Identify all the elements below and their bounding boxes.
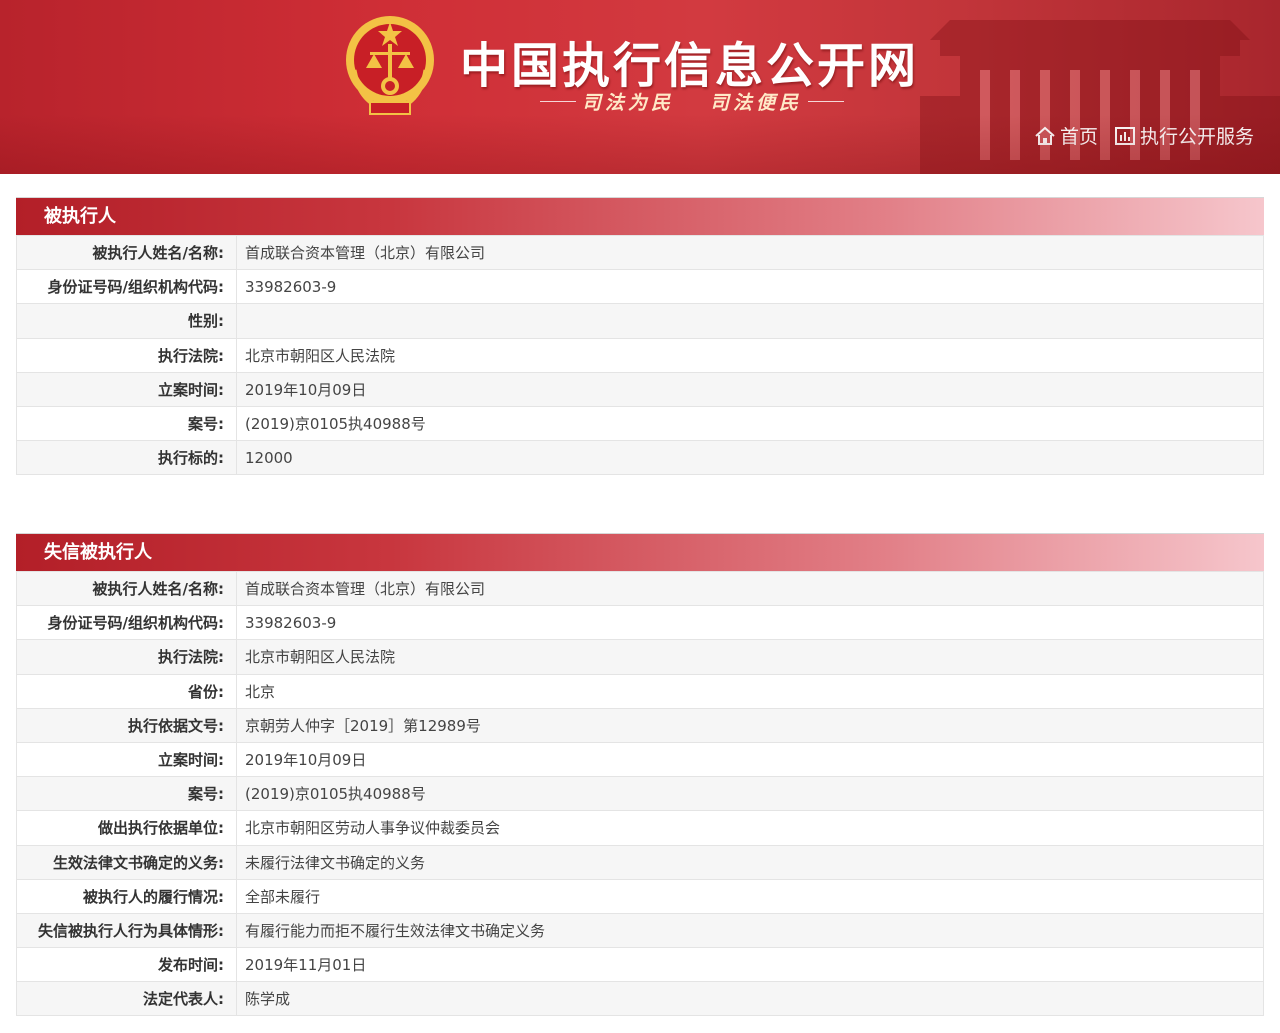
slogan-right: 司法便民 — [710, 91, 803, 114]
panel-title: 失信被执行人 — [16, 533, 1264, 571]
table-row: 身份证号码/组织机构代码: 33982603-9 — [16, 605, 1264, 641]
table-row: 失信被执行人行为具体情形: 有履行能力而拒不履行生效法律文书确定义务 — [16, 912, 1264, 949]
site-slogan: 司法为民 司法便民 — [540, 88, 860, 114]
court-building-image — [920, 20, 1280, 174]
slogan-divider — [808, 100, 845, 102]
panel-title: 被执行人 — [16, 197, 1264, 235]
slogan-left: 司法为民 — [582, 91, 675, 114]
nav-service-label: 执行公开服务 — [1139, 126, 1254, 148]
field-value: (2019)京0105执40988号 — [236, 405, 1264, 442]
nav-service-link[interactable]: 执行公开服务 — [1114, 122, 1254, 149]
table-row: 生效法律文书确定的义务: 未履行法律文书确定的义务 — [16, 844, 1264, 880]
field-value: (2019)京0105执40988号 — [236, 776, 1264, 812]
table-row: 发布时间: 2019年11月01日 — [16, 947, 1264, 983]
field-label: 性别: — [16, 303, 237, 339]
field-label: 立案时间: — [16, 741, 237, 778]
field-value: 33982603-9 — [236, 605, 1264, 641]
field-label: 立案时间: — [16, 371, 237, 407]
field-value: 京朝劳人仲字［2019］第12989号 — [236, 707, 1264, 743]
site-banner: 中国执行信息公开网 司法为民 司法便民 首页 执行公开服务 — [0, 0, 1280, 174]
field-label: 被执行人姓名/名称: — [16, 570, 237, 607]
table-row: 身份证号码/组织机构代码: 33982603-9 — [16, 269, 1264, 305]
field-label: 省份: — [16, 673, 237, 709]
field-value: 有履行能力而拒不履行生效法律文书确定义务 — [236, 912, 1264, 949]
site-title: 中国执行信息公开网 — [460, 38, 920, 94]
field-label: 被执行人的履行情况: — [16, 878, 237, 914]
dishonest-person-panel: 失信被执行人 被执行人姓名/名称: 首成联合资本管理（北京）有限公司 身份证号码/组… — [16, 533, 1264, 1017]
field-value: 陈学成 — [236, 981, 1264, 1017]
field-value: 2019年10月09日 — [236, 741, 1264, 778]
table-row: 执行依据文号: 京朝劳人仲字［2019］第12989号 — [16, 707, 1264, 743]
table-row: 省份: 北京 — [16, 673, 1264, 709]
field-value: 首成联合资本管理（北京）有限公司 — [236, 234, 1264, 271]
field-value: 北京市朝阳区劳动人事争议仲裁委员会 — [236, 810, 1264, 846]
dishonest-person-table: 被执行人姓名/名称: 首成联合资本管理（北京）有限公司 身份证号码/组织机构代码: 3… — [16, 570, 1264, 1017]
chart-icon — [1114, 126, 1135, 145]
field-value: 北京 — [236, 673, 1264, 709]
field-label: 被执行人姓名/名称: — [16, 234, 237, 271]
field-label: 执行法院: — [16, 337, 237, 373]
slogan-divider — [540, 100, 576, 102]
executed-person-table: 被执行人姓名/名称: 首成联合资本管理（北京）有限公司 身份证号码/组织机构代码: 3… — [16, 234, 1264, 476]
home-icon — [1035, 126, 1055, 145]
field-label: 案号: — [16, 776, 237, 812]
field-label: 法定代表人: — [16, 981, 237, 1017]
field-value: 2019年10月09日 — [236, 371, 1264, 407]
field-label: 执行依据文号: — [16, 707, 237, 743]
field-value: 北京市朝阳区人民法院 — [236, 639, 1264, 675]
top-nav: 首页 执行公开服务 — [1018, 122, 1254, 149]
field-value: 12000 — [236, 440, 1264, 476]
executed-person-panel: 被执行人 被执行人姓名/名称: 首成联合资本管理（北京）有限公司 身份证号码/组织机… — [16, 197, 1264, 476]
table-row: 立案时间: 2019年10月09日 — [16, 371, 1264, 407]
nav-home-link[interactable]: 首页 — [1034, 122, 1098, 149]
field-label: 身份证号码/组织机构代码: — [16, 269, 237, 305]
table-row: 做出执行依据单位: 北京市朝阳区劳动人事争议仲裁委员会 — [16, 810, 1264, 846]
field-value: 首成联合资本管理（北京）有限公司 — [236, 570, 1264, 607]
field-value: 北京市朝阳区人民法院 — [236, 337, 1264, 373]
table-row: 案号: (2019)京0105执40988号 — [16, 776, 1264, 812]
field-value — [236, 303, 1264, 339]
table-row: 法定代表人: 陈学成 — [16, 981, 1264, 1017]
table-row: 执行标的: 12000 — [16, 440, 1264, 476]
field-label: 执行法院: — [16, 639, 237, 675]
table-row: 立案时间: 2019年10月09日 — [16, 741, 1264, 778]
field-label: 做出执行依据单位: — [16, 810, 237, 846]
table-row: 被执行人姓名/名称: 首成联合资本管理（北京）有限公司 — [16, 570, 1264, 607]
nav-home-label: 首页 — [1059, 126, 1098, 148]
field-label: 失信被执行人行为具体情形: — [16, 912, 237, 949]
field-label: 案号: — [16, 405, 237, 442]
field-value: 未履行法律文书确定的义务 — [236, 844, 1264, 880]
table-row: 执行法院: 北京市朝阳区人民法院 — [16, 337, 1264, 373]
field-label: 执行标的: — [16, 440, 237, 476]
field-value: 33982603-9 — [236, 269, 1264, 305]
field-label: 身份证号码/组织机构代码: — [16, 605, 237, 641]
field-value: 全部未履行 — [236, 878, 1264, 914]
court-emblem-icon — [346, 16, 434, 115]
field-label: 生效法律文书确定的义务: — [16, 844, 237, 880]
table-row: 执行法院: 北京市朝阳区人民法院 — [16, 639, 1264, 675]
field-value: 2019年11月01日 — [236, 947, 1264, 983]
table-row: 被执行人姓名/名称: 首成联合资本管理（北京）有限公司 — [16, 234, 1264, 271]
field-label: 发布时间: — [16, 947, 237, 983]
table-row: 性别: — [16, 303, 1264, 339]
table-row: 被执行人的履行情况: 全部未履行 — [16, 878, 1264, 914]
table-row: 案号: (2019)京0105执40988号 — [16, 405, 1264, 442]
